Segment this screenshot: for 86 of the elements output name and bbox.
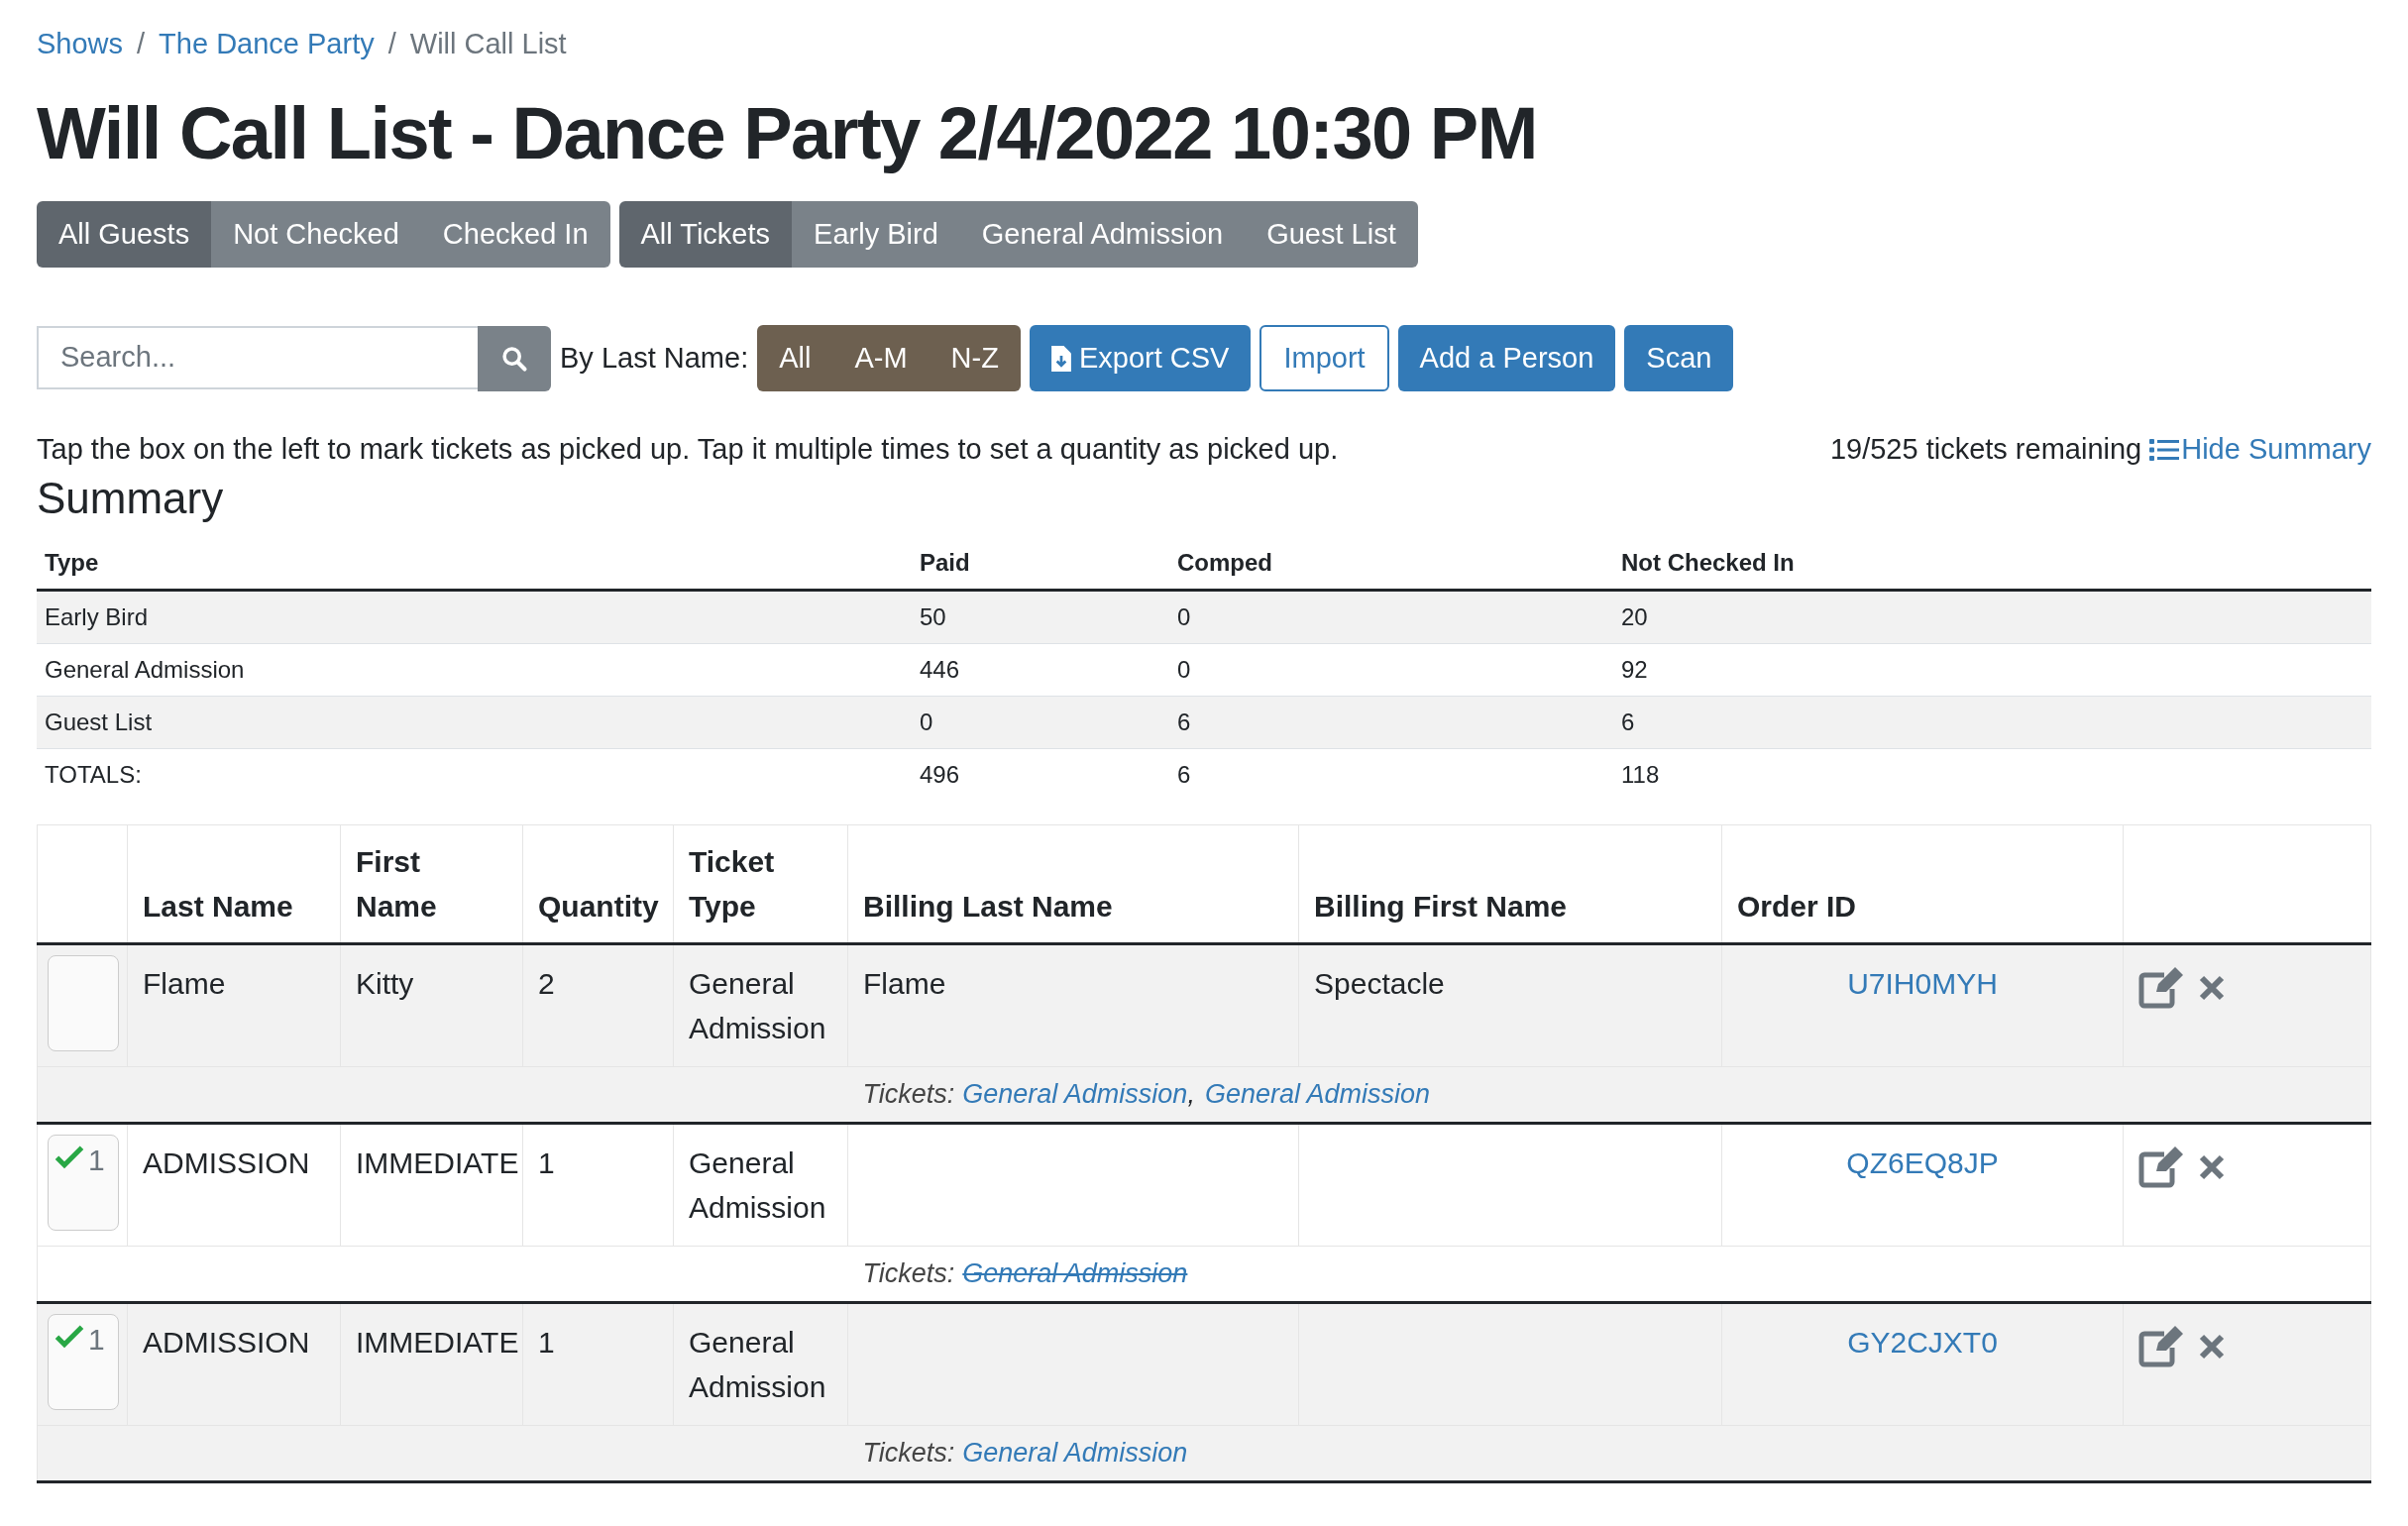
search-field[interactable]: Search...	[37, 325, 478, 389]
edit-button[interactable]	[2138, 1146, 2184, 1188]
table-cell: 20	[1613, 590, 2371, 644]
table-cell: Flame	[143, 967, 226, 1000]
table-cell: IMMEDIATE	[356, 1326, 519, 1359]
table-cell: Kitty	[356, 967, 414, 1000]
guest-filter-button[interactable]: Not Checked	[211, 201, 421, 268]
table-cell: ADMISSION	[143, 1146, 310, 1179]
edit-icon	[2138, 1326, 2184, 1367]
count: 1	[88, 1323, 105, 1357]
close-icon	[2198, 974, 2226, 1002]
count: 1	[88, 1144, 105, 1177]
breadcrumb-separator: /	[137, 27, 146, 60]
guest-filter-button[interactable]: Checked In	[420, 201, 610, 268]
table-cell: 1	[538, 1146, 555, 1179]
breadcrumb-separator: /	[387, 27, 396, 60]
edit-button[interactable]	[2138, 1326, 2184, 1367]
breadcrumb-current: Will Call List	[409, 27, 567, 60]
filter-label: By Last Name:	[560, 342, 749, 375]
ticket-filter-button[interactable]: All Tickets	[618, 201, 793, 268]
table-cell: 0	[912, 696, 1169, 749]
separator: ,	[1187, 1079, 1195, 1110]
ticket-filter-button[interactable]: General Admission	[959, 201, 1246, 268]
table-cell: General Admission	[689, 967, 826, 1044]
breadcrumb-link[interactable]: Shows	[37, 27, 124, 60]
export-button[interactable]: Export CSV	[1029, 325, 1252, 391]
table-cell: Flame	[863, 967, 946, 1000]
page-title: Will Call List - Dance Party 2/4/2022 10:30 PM	[37, 91, 1538, 175]
table-cell: 0	[1169, 590, 1613, 644]
table-cell: 2	[538, 967, 555, 1000]
action-button[interactable]: Add a Person	[1397, 325, 1616, 391]
close-icon	[2198, 1153, 2226, 1181]
checkbox[interactable]: 1	[48, 1314, 119, 1410]
summary-heading: Summary	[37, 474, 225, 523]
search-icon	[500, 344, 528, 373]
delete-button[interactable]	[2198, 974, 2226, 1002]
checkmark-icon	[55, 1144, 84, 1169]
checkbox[interactable]	[48, 955, 119, 1051]
table-cell: Spectacle	[1314, 967, 1445, 1000]
ticket-link[interactable]: General Admission	[962, 1438, 1188, 1469]
ticket-link[interactable]: General Admission	[962, 1079, 1188, 1110]
delete-button[interactable]	[2198, 1333, 2226, 1361]
checkmark-icon	[55, 1323, 84, 1349]
hide-summary-link[interactable]: Hide Summary	[2149, 433, 2371, 466]
search-button[interactable]	[478, 325, 551, 391]
list-icon	[2149, 437, 2180, 462]
table-cell: Early Bird	[37, 590, 912, 644]
table-cell: 1	[538, 1326, 555, 1359]
tickets-label: Tickets:	[862, 1258, 955, 1289]
order-id-link[interactable]: U7IH0MYH	[1847, 967, 1998, 1000]
tickets-label: Tickets:	[862, 1438, 955, 1469]
ticket-link[interactable]: General Admission	[962, 1258, 1188, 1289]
table-cell: General Admission	[689, 1326, 826, 1403]
last-name-filter-button[interactable]: N-Z	[929, 325, 1021, 391]
table-cell: General Admission	[37, 643, 912, 697]
last-name-filter-button[interactable]: A-M	[832, 325, 930, 391]
instructions-text: Tap the box on the left to mark tickets as picked up. Tap it multiple times to set a quantity as picked up.	[37, 433, 1339, 466]
edit-button[interactable]	[2138, 967, 2184, 1009]
ticket-filter-button[interactable]: Early Bird	[792, 201, 960, 268]
last-name-filter-button[interactable]: All	[757, 325, 833, 391]
close-icon	[2198, 1333, 2226, 1361]
tickets-remaining: 19/525 tickets remaining	[1829, 433, 2142, 466]
file-download-icon	[1050, 345, 1071, 372]
action-button[interactable]: Scan	[1624, 325, 1734, 391]
order-id-link[interactable]: QZ6EQ8JP	[1846, 1146, 1999, 1179]
tickets-label: Tickets:	[862, 1079, 955, 1110]
checkbox[interactable]: 1	[48, 1135, 119, 1231]
ticket-filter-button[interactable]: Guest List	[1245, 201, 1418, 268]
table-cell: 50	[912, 590, 1169, 644]
table-cell: 446	[912, 643, 1169, 697]
delete-button[interactable]	[2198, 1153, 2226, 1181]
edit-icon	[2138, 1146, 2184, 1188]
breadcrumb-link[interactable]: The Dance Party	[159, 27, 375, 60]
table-cell: ADMISSION	[143, 1326, 310, 1359]
table-cell: 92	[1613, 643, 2371, 697]
table-cell: 0	[1169, 643, 1613, 697]
import-button[interactable]: Import	[1259, 325, 1389, 391]
table-cell: 6	[1613, 696, 2371, 749]
guest-filter-button[interactable]: All Guests	[37, 201, 212, 268]
table-cell: Guest List	[37, 696, 912, 749]
ticket-link[interactable]: General Admission	[1204, 1079, 1430, 1110]
table-cell: General Admission	[689, 1146, 826, 1224]
edit-icon	[2138, 967, 2184, 1009]
order-id-link[interactable]: GY2CJXT0	[1847, 1326, 1998, 1359]
table-cell: 6	[1169, 696, 1613, 749]
table-cell: IMMEDIATE	[356, 1146, 519, 1179]
